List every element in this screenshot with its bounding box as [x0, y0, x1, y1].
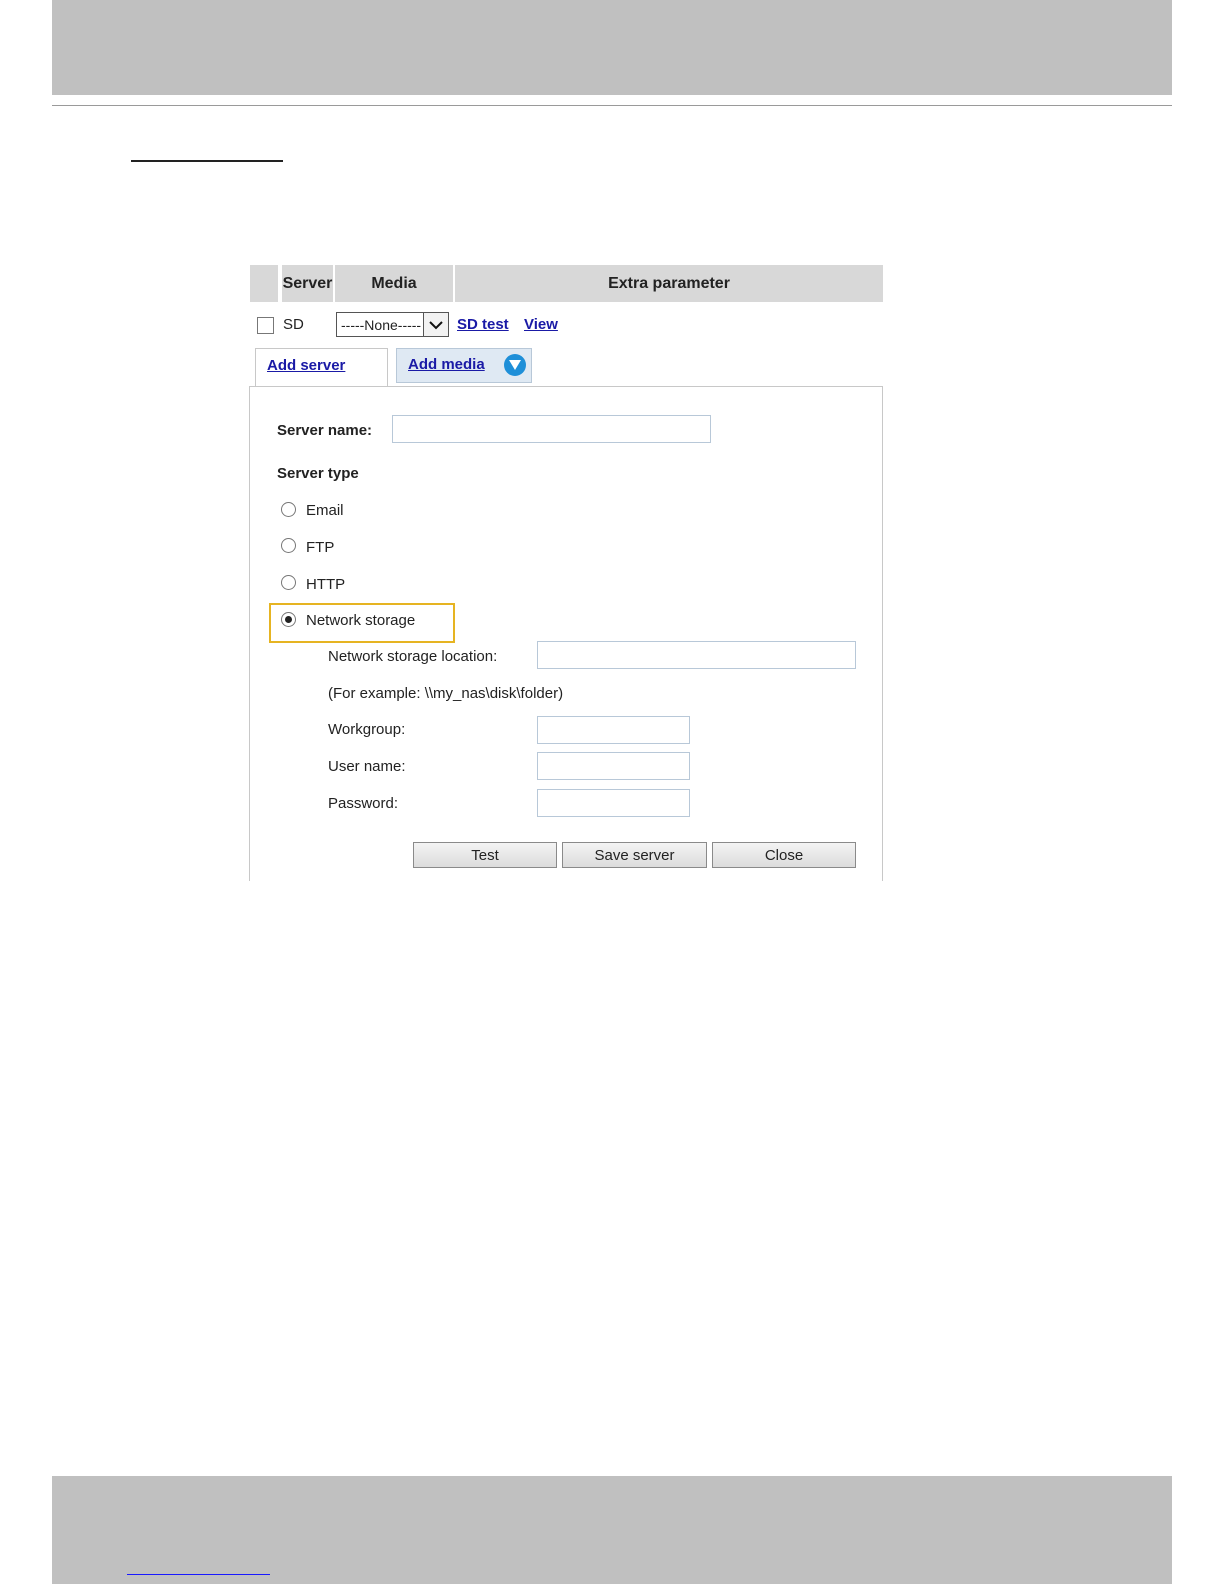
section-heading-underline	[131, 160, 283, 162]
radio-network-storage-label: Network storage	[306, 612, 416, 629]
radio-http[interactable]	[281, 575, 296, 590]
server-name-input[interactable]	[392, 415, 711, 443]
header-cell-media: Media	[335, 265, 453, 302]
header-divider	[52, 105, 1172, 106]
expand-down-icon[interactable]	[504, 354, 526, 376]
username-label: User name:	[328, 758, 406, 775]
server-type-label: Server type	[277, 465, 359, 482]
media-select-value: -----None-----	[341, 317, 422, 333]
sd-checkbox[interactable]	[257, 317, 274, 334]
username-input[interactable]	[537, 752, 690, 780]
tab-add-media-label[interactable]: Add media	[408, 356, 485, 373]
test-button[interactable]: Test	[413, 842, 557, 868]
tab-add-media[interactable]: Add media	[396, 348, 532, 383]
radio-email[interactable]	[281, 502, 296, 517]
page-footer-band	[52, 1476, 1172, 1584]
tab-add-server-label[interactable]: Add server	[267, 357, 345, 374]
radio-ftp[interactable]	[281, 538, 296, 553]
chevron-down-icon[interactable]	[423, 313, 448, 336]
header-cell-blank	[250, 265, 278, 302]
header-cell-server: Server	[282, 265, 333, 302]
header-cell-extra-parameter: Extra parameter	[455, 265, 883, 302]
server-name-label: Server name:	[277, 422, 373, 439]
save-server-button[interactable]: Save server	[562, 842, 707, 868]
view-link[interactable]: View	[524, 316, 558, 333]
footer-link-underline	[127, 1574, 270, 1575]
tab-add-server[interactable]: Add server	[255, 348, 388, 386]
radio-ftp-label: FTP	[306, 539, 335, 556]
radio-email-label: Email	[306, 502, 344, 519]
radio-http-label: HTTP	[306, 576, 346, 593]
password-input[interactable]	[537, 789, 690, 817]
password-label: Password:	[328, 795, 399, 812]
sd-test-link[interactable]: SD test	[457, 316, 509, 333]
sd-label: SD	[283, 316, 304, 333]
workgroup-input[interactable]	[537, 716, 690, 744]
network-storage-location-input[interactable]	[537, 641, 856, 669]
radio-network-storage[interactable]	[281, 612, 296, 627]
workgroup-label: Workgroup:	[328, 721, 406, 738]
close-button[interactable]: Close	[712, 842, 856, 868]
network-storage-location-label: Network storage location:	[328, 648, 498, 665]
media-select[interactable]: -----None-----	[336, 312, 449, 337]
page-header-band	[52, 0, 1172, 95]
network-storage-example: (For example: \\my_nas\disk\folder)	[328, 685, 564, 702]
